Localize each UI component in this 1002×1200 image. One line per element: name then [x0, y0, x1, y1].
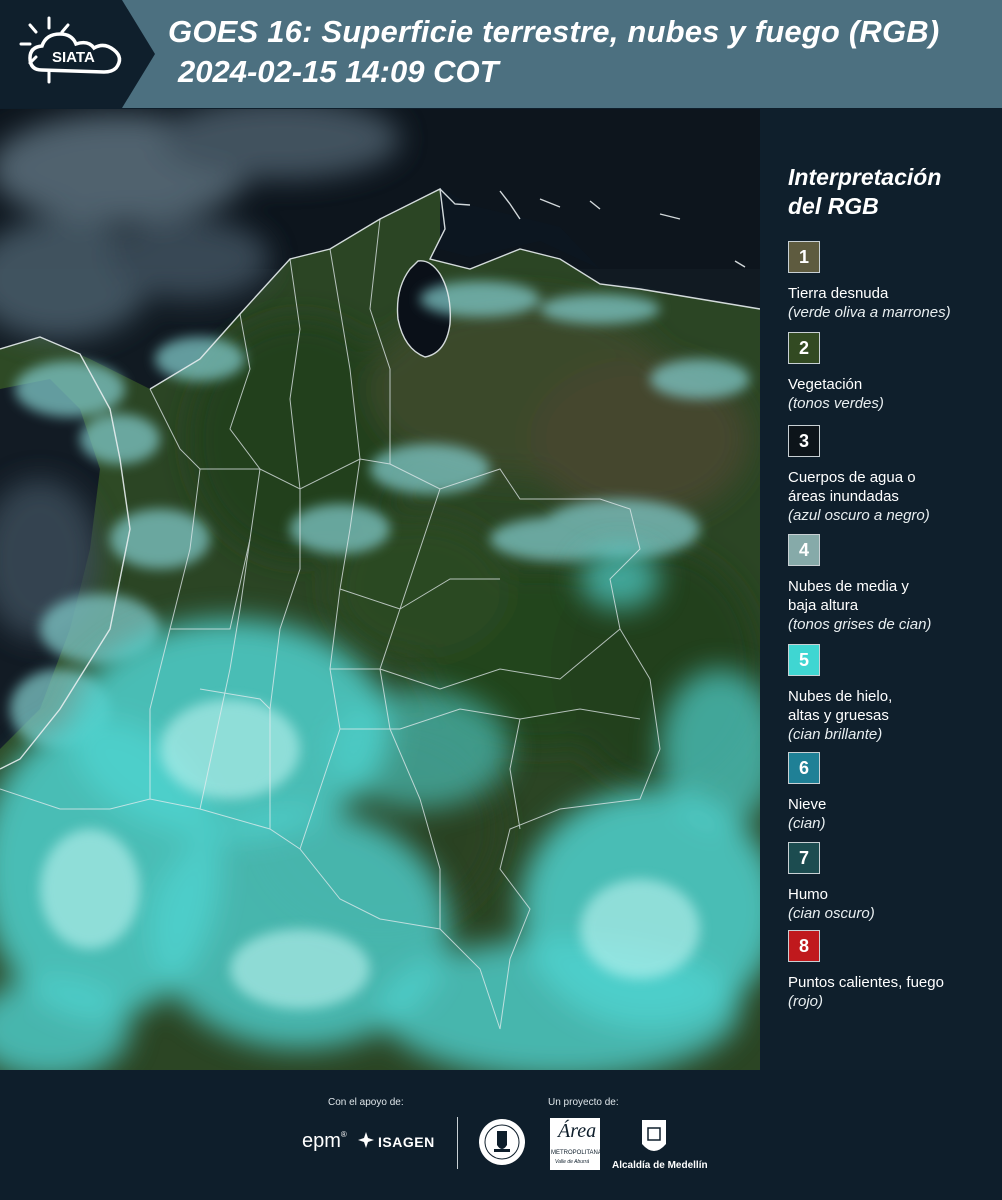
legend-swatch: 8: [788, 930, 820, 962]
legend-title-line1: Interpretación: [788, 164, 942, 190]
timestamp: 2024-02-15 14:09 COT: [178, 54, 499, 89]
legend-title-line2: del RGB: [788, 193, 879, 219]
legend-item-desc: (tonos verdes): [788, 395, 884, 412]
legend-item-desc: (tonos grises de cian): [788, 616, 932, 633]
university-seal: [477, 1117, 527, 1167]
legend-item: 2 Vegetación (tonos verdes): [788, 332, 998, 413]
legend-item-desc: (cian): [788, 815, 826, 832]
legend-item-desc: (rojo): [788, 993, 824, 1010]
legend-item-label: Humo: [788, 886, 829, 903]
alcaldia-label: Alcaldía de Medellín: [612, 1160, 708, 1171]
isagen-logo: ISAGEN: [378, 1134, 435, 1150]
legend-swatch: 4: [788, 534, 820, 566]
legend-item-desc: (cian brillante): [788, 726, 883, 743]
legend-item: 6 Nieve (cian): [788, 752, 998, 833]
support-label: Con el apoyo de:: [328, 1097, 404, 1108]
svg-text:SIATA: SIATA: [52, 49, 95, 66]
legend-item: 7 Humo (cian oscuro): [788, 842, 998, 923]
header: SIATA GOES 16: Superficie terrestre, nub…: [0, 0, 1002, 108]
legend-item-label: Tierra desnuda: [788, 285, 889, 302]
area-metropolitana-logo: Área METROPOLITANA Valle de Aburrá: [550, 1118, 602, 1170]
epm-logo: epm®: [302, 1130, 347, 1152]
alcaldia-shield: [640, 1118, 668, 1158]
legend-item: 8 Puntos calientes, fuego (rojo): [788, 930, 998, 1011]
project-label: Un proyecto de:: [548, 1097, 619, 1108]
legend-item-label: Nubes de media y baja altura: [788, 578, 909, 614]
legend-swatch: 7: [788, 842, 820, 874]
legend-item: 3 Cuerpos de agua o áreas inundadas (azul …: [788, 425, 998, 525]
legend-item: 5 Nubes de hielo, altas y gruesas (cian br…: [788, 644, 998, 744]
isagen-icon: [358, 1132, 374, 1148]
legend-item-desc: (verde oliva a marrones): [788, 304, 951, 321]
legend-title: Interpretación del RGB: [788, 163, 988, 221]
legend-item-desc: (azul oscuro a negro): [788, 507, 930, 524]
legend-item-label: Cuerpos de agua o áreas inundadas: [788, 469, 916, 505]
page-title: GOES 16: Superficie terrestre, nubes y f…: [168, 14, 940, 49]
legend-item-desc: (cian oscuro): [788, 905, 875, 922]
legend-item: 4 Nubes de media y baja altura (tonos gris…: [788, 534, 998, 634]
legend-item-label: Nubes de hielo, altas y gruesas: [788, 688, 893, 724]
legend-swatch: 6: [788, 752, 820, 784]
footer: Con el apoyo de: Un proyecto de: epm® IS…: [0, 1070, 1002, 1200]
legend-swatch: 1: [788, 241, 820, 273]
legend-item-label: Nieve: [788, 796, 827, 813]
footer-divider: [457, 1117, 458, 1169]
legend-swatch: 2: [788, 332, 820, 364]
legend-swatch: 5: [788, 644, 820, 676]
legend-item-label: Puntos calientes, fuego: [788, 974, 944, 991]
legend-swatch: 3: [788, 425, 820, 457]
legend-item-label: Vegetación: [788, 376, 863, 393]
satellite-map: [0, 109, 760, 1070]
legend-panel: Interpretación del RGB 1 Tierra desnuda (v…: [760, 109, 1002, 1070]
siata-logo: SIATA: [0, 0, 155, 108]
legend-item: 1 Tierra desnuda (verde oliva a marrones): [788, 241, 998, 322]
